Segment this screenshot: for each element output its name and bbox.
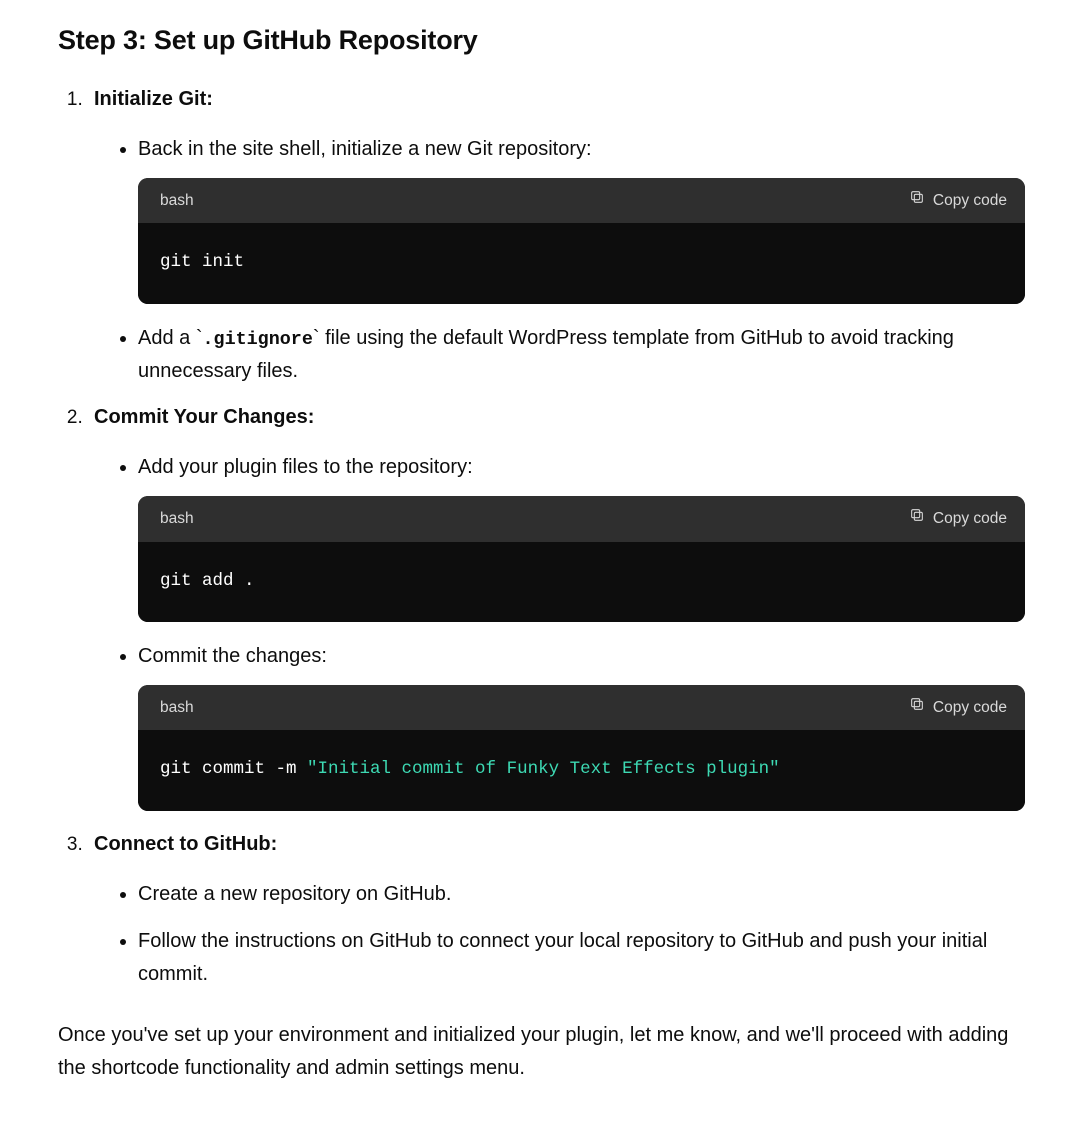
code-language-label: bash — [160, 695, 194, 721]
code-language-label: bash — [160, 188, 194, 214]
code-content: git init — [138, 223, 1025, 303]
substep-item: Add a `.gitignore` file using the defaul… — [138, 322, 1025, 388]
step-item: Commit Your Changes: Add your plugin fil… — [88, 402, 1025, 811]
substep-item: Add your plugin files to the repository:… — [138, 451, 1025, 622]
code-block: bash Copy code git init — [138, 178, 1025, 304]
closing-paragraph: Once you've set up your environment and … — [58, 1019, 1025, 1085]
substep-text: Add your plugin files to the repository: — [138, 456, 473, 478]
substep-list: Add your plugin files to the repository:… — [94, 451, 1025, 811]
substep-text: Back in the site shell, initialize a new… — [138, 138, 592, 160]
inline-code: .gitignore — [203, 329, 313, 350]
step-item: Initialize Git: Back in the site shell, … — [88, 84, 1025, 388]
substep-item: Back in the site shell, initialize a new… — [138, 133, 1025, 304]
substep-text: Commit the changes: — [138, 645, 327, 667]
code-header: bash Copy code — [138, 178, 1025, 224]
substep-text: Create a new repository on GitHub. — [138, 883, 452, 905]
substep-item: Commit the changes: bash Copy code git c… — [138, 640, 1025, 811]
copy-code-label: Copy code — [933, 506, 1007, 532]
code-language-label: bash — [160, 506, 194, 532]
substep-text: Follow the instructions on GitHub to con… — [138, 930, 987, 985]
substep-list: Back in the site shell, initialize a new… — [94, 133, 1025, 388]
code-content: git add . — [138, 542, 1025, 622]
substep-item: Create a new repository on GitHub. — [138, 878, 1025, 911]
substep-item: Follow the instructions on GitHub to con… — [138, 925, 1025, 991]
code-block: bash Copy code git commit -m "Initial co… — [138, 685, 1025, 811]
code-block: bash Copy code git add . — [138, 496, 1025, 622]
substep-text-pre: Add a — [138, 327, 196, 349]
code-content: git commit -m "Initial commit of Funky T… — [138, 730, 1025, 810]
copy-code-button[interactable]: Copy code — [909, 695, 1007, 721]
step-title: Connect to GitHub: — [94, 833, 277, 855]
copy-icon — [909, 506, 925, 532]
code-header: bash Copy code — [138, 685, 1025, 731]
copy-code-label: Copy code — [933, 695, 1007, 721]
section-heading: Step 3: Set up GitHub Repository — [58, 20, 1025, 62]
substep-list: Create a new repository on GitHub. Follo… — [94, 878, 1025, 991]
copy-icon — [909, 188, 925, 214]
step-title: Commit Your Changes: — [94, 406, 314, 428]
copy-code-button[interactable]: Copy code — [909, 188, 1007, 214]
copy-code-label: Copy code — [933, 188, 1007, 214]
copy-icon — [909, 695, 925, 721]
code-header: bash Copy code — [138, 496, 1025, 542]
step-list: Initialize Git: Back in the site shell, … — [58, 84, 1025, 991]
step-title: Initialize Git: — [94, 88, 213, 110]
step-item: Connect to GitHub: Create a new reposito… — [88, 829, 1025, 991]
copy-code-button[interactable]: Copy code — [909, 506, 1007, 532]
